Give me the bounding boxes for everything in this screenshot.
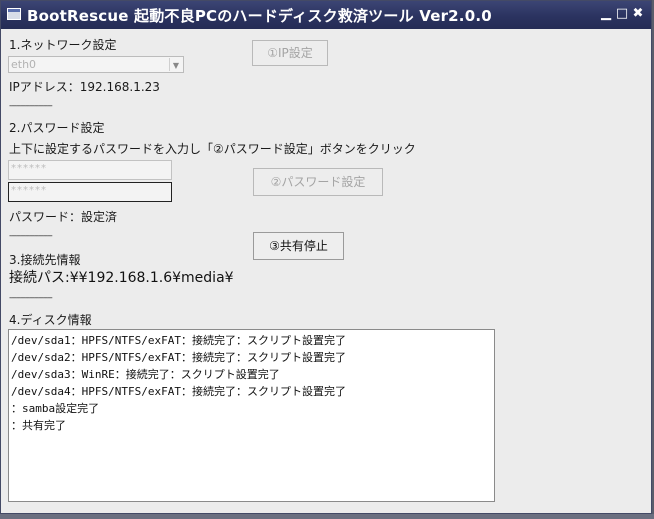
log-line: /dev/sda1：HPFS/NTFS/exFAT：接続完了：スクリプト設置完了 xyxy=(11,334,346,347)
password-confirm-field[interactable]: ****** xyxy=(8,182,172,202)
password-instruction: 上下に設定するパスワードを入力し「②パスワード設定」ボタンをクリック xyxy=(9,142,416,156)
interface-select[interactable]: eth0 ▼ xyxy=(8,56,184,73)
stop-sharing-button[interactable]: ③共有停止 xyxy=(253,232,344,260)
interface-value: eth0 xyxy=(11,58,37,71)
log-line: /dev/sda4：HPFS/NTFS/exFAT：接続完了：スクリプト設置完了 xyxy=(11,385,346,398)
disk-heading: 4.ディスク情報 xyxy=(9,313,92,327)
maximize-icon[interactable]: □ xyxy=(615,7,629,21)
ip-address-label: IPアドレス：192.168.1.23 xyxy=(9,80,160,94)
password-field[interactable]: ****** xyxy=(8,160,172,180)
disk-log-textarea[interactable]: /dev/sda1：HPFS/NTFS/exFAT：接続完了：スクリプト設置完了… xyxy=(8,329,495,502)
content-area: 1.ネットワーク設定 eth0 ▼ ①IP設定 IPアドレス：192.168.1… xyxy=(1,29,651,513)
connection-heading: 3.接続先情報 xyxy=(9,253,81,267)
window-icon xyxy=(7,8,21,20)
password-status: パスワード：設定済 xyxy=(9,210,118,224)
separator: ------------------- xyxy=(9,293,53,303)
separator: ------------------- xyxy=(9,101,53,111)
log-line: ：共有完了 xyxy=(11,419,66,432)
title-bar[interactable]: BootRescue 起動不良PCのハードディスク救済ツール Ver2.0.0 … xyxy=(1,1,651,29)
separator: ------------------- xyxy=(9,231,53,241)
log-line: /dev/sda2：HPFS/NTFS/exFAT：接続完了：スクリプト設置完了 xyxy=(11,351,346,364)
network-heading: 1.ネットワーク設定 xyxy=(9,38,117,52)
set-password-button[interactable]: ②パスワード設定 xyxy=(253,168,383,196)
log-line: ：samba設定完了 xyxy=(11,402,100,415)
desktop-background xyxy=(0,514,654,519)
minimize-icon[interactable]: ▁ xyxy=(599,7,613,21)
connection-path: 接続パス:¥¥192.168.1.6¥media¥ xyxy=(9,270,234,286)
password-heading: 2.パスワード設定 xyxy=(9,121,105,135)
close-icon[interactable]: ✖ xyxy=(631,7,645,21)
chevron-down-icon[interactable]: ▼ xyxy=(169,58,182,71)
log-line: /dev/sda3：WinRE：接続完了：スクリプト設置完了 xyxy=(11,368,280,381)
window-title: BootRescue 起動不良PCのハードディスク救済ツール Ver2.0.0 xyxy=(27,7,492,25)
main-window: BootRescue 起動不良PCのハードディスク救済ツール Ver2.0.0 … xyxy=(0,0,652,514)
ip-settings-button[interactable]: ①IP設定 xyxy=(252,40,328,66)
